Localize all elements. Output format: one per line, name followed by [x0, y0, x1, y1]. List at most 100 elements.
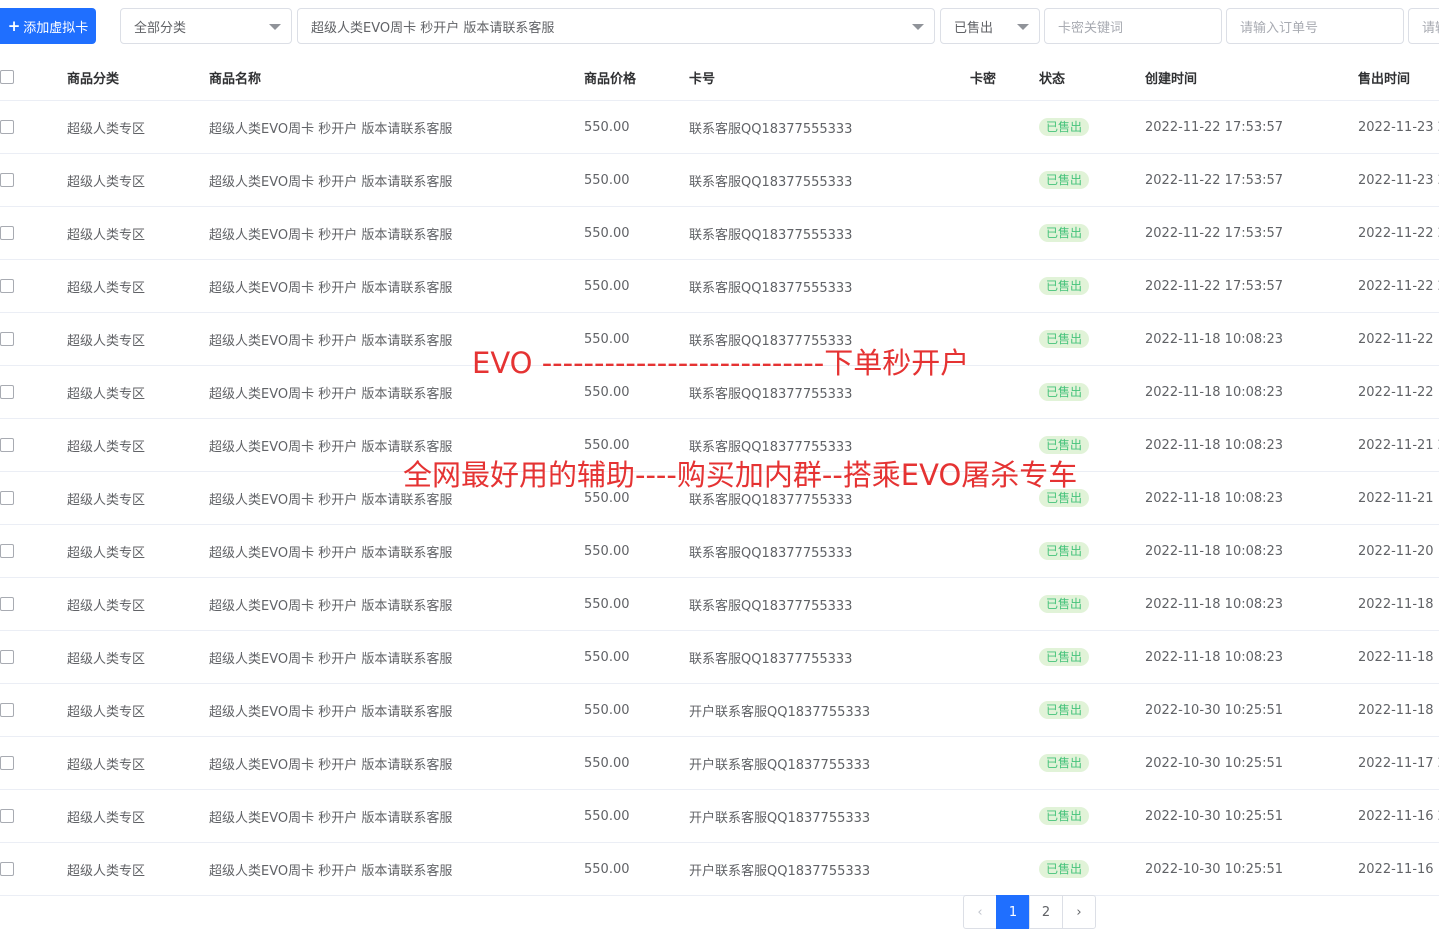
row-checkbox[interactable] [0, 809, 14, 823]
column-header-category[interactable]: 商品分类 [67, 55, 119, 100]
column-header-created-time[interactable]: 创建时间 [1145, 55, 1197, 100]
cell-created-time: 2022-11-18 10:08:23 [1145, 437, 1284, 453]
cell-price: 550.00 [584, 543, 630, 559]
cell-category: 超级人类专区 [67, 545, 146, 561]
cell-sold-time: 2022-11-22 2 [1358, 278, 1439, 294]
row-checkbox[interactable] [0, 703, 14, 717]
chevron-right-icon[interactable]: › [1062, 895, 1096, 929]
status-badge: 已售出 [1039, 542, 1090, 560]
row-checkbox[interactable] [0, 226, 14, 240]
cell-product-name: 超级人类EVO周卡 秒开户 版本请联系客服 [209, 227, 453, 243]
cell-created-time: 2022-10-30 10:25:51 [1145, 861, 1284, 877]
cell-price: 550.00 [584, 755, 630, 771]
column-header-name[interactable]: 商品名称 [209, 55, 261, 100]
row-checkbox[interactable] [0, 332, 14, 346]
toolbar: + 添加虚拟卡 全部分类 超级人类EVO周卡 秒开户 版本请联系客服 已售出 卡… [0, 7, 1439, 45]
cell-created-time: 2022-10-30 10:25:51 [1145, 702, 1284, 718]
row-checkbox[interactable] [0, 173, 14, 187]
status-badge: 已售出 [1039, 383, 1090, 401]
row-checkbox[interactable] [0, 279, 14, 293]
row-checkbox[interactable] [0, 120, 14, 134]
cell-status: 已售出 [1039, 684, 1090, 736]
cell-category: 超级人类专区 [67, 280, 146, 296]
cell-sold-time: 2022-11-20 1 [1358, 543, 1439, 559]
status-badge: 已售出 [1039, 118, 1090, 136]
select-all-checkbox[interactable] [0, 70, 14, 84]
cell-created-time: 2022-10-30 10:25:51 [1145, 755, 1284, 771]
status-badge: 已售出 [1039, 171, 1090, 189]
status-select[interactable]: 已售出 [940, 8, 1040, 44]
cell-product-name: 超级人类EVO周卡 秒开户 版本请联系客服 [209, 651, 453, 667]
cell-price: 550.00 [584, 278, 630, 294]
cell-created-time: 2022-11-22 17:53:57 [1145, 278, 1284, 294]
cell-card-number: 联系客服QQ18377755333 [689, 545, 853, 561]
status-badge: 已售出 [1039, 648, 1090, 666]
row-checkbox[interactable] [0, 650, 14, 664]
column-header-sold-time[interactable]: 售出时间 [1358, 55, 1410, 100]
status-badge: 已售出 [1039, 754, 1090, 772]
status-badge: 已售出 [1039, 807, 1090, 825]
cell-product-name: 超级人类EVO周卡 秒开户 版本请联系客服 [209, 757, 453, 773]
cell-price: 550.00 [584, 861, 630, 877]
cell-created-time: 2022-11-18 10:08:23 [1145, 384, 1284, 400]
column-header-status[interactable]: 状态 [1039, 55, 1065, 100]
row-checkbox[interactable] [0, 862, 14, 876]
cell-product-name: 超级人类EVO周卡 秒开户 版本请联系客服 [209, 333, 453, 349]
column-header-card-number[interactable]: 卡号 [689, 55, 715, 100]
cell-created-time: 2022-10-30 10:25:51 [1145, 808, 1284, 824]
cell-status: 已售出 [1039, 207, 1090, 259]
status-badge: 已售出 [1039, 277, 1090, 295]
cell-product-name: 超级人类EVO周卡 秒开户 版本请联系客服 [209, 863, 453, 879]
chevron-down-icon [912, 24, 924, 30]
row-checkbox[interactable] [0, 438, 14, 452]
page-2-button[interactable]: 2 [1029, 895, 1063, 929]
order-number-placeholder: 请输入订单号 [1240, 20, 1319, 36]
cell-sold-time: 2022-11-22 1 [1358, 384, 1439, 400]
table-row: 超级人类专区 超级人类EVO周卡 秒开户 版本请联系客服 550.00 联系客服QQ1… [0, 578, 1439, 631]
cell-created-time: 2022-11-22 17:53:57 [1145, 172, 1284, 188]
cell-product-name: 超级人类EVO周卡 秒开户 版本请联系客服 [209, 174, 453, 190]
cell-status: 已售出 [1039, 737, 1090, 789]
table-row: 超级人类专区 超级人类EVO周卡 秒开户 版本请联系客服 550.00 联系客服QQ1… [0, 260, 1439, 313]
cell-created-time: 2022-11-18 10:08:23 [1145, 490, 1284, 506]
cell-sold-time: 2022-11-22 1 [1358, 331, 1439, 347]
cell-price: 550.00 [584, 225, 630, 241]
extra-filter-input[interactable]: 请输 [1408, 8, 1439, 44]
product-select[interactable]: 超级人类EVO周卡 秒开户 版本请联系客服 [297, 8, 935, 44]
cell-card-number: 开户联系客服QQ1837755333 [689, 757, 871, 773]
extra-filter-placeholder: 请输 [1422, 20, 1439, 36]
cell-status: 已售出 [1039, 578, 1090, 630]
row-checkbox[interactable] [0, 491, 14, 505]
category-select[interactable]: 全部分类 [120, 8, 292, 44]
status-select-value: 已售出 [954, 20, 994, 36]
cell-created-time: 2022-11-18 10:08:23 [1145, 649, 1284, 665]
chevron-left-icon[interactable]: ‹ [963, 895, 997, 929]
cell-product-name: 超级人类EVO周卡 秒开户 版本请联系客服 [209, 810, 453, 826]
cell-price: 550.00 [584, 119, 630, 135]
category-select-value: 全部分类 [134, 20, 187, 36]
column-header-price[interactable]: 商品价格 [584, 55, 636, 100]
cell-status: 已售出 [1039, 525, 1090, 577]
row-checkbox[interactable] [0, 756, 14, 770]
page-1-button[interactable]: 1 [996, 895, 1030, 929]
cell-product-name: 超级人类EVO周卡 秒开户 版本请联系客服 [209, 386, 453, 402]
cell-product-name: 超级人类EVO周卡 秒开户 版本请联系客服 [209, 704, 453, 720]
cell-sold-time: 2022-11-23 2 [1358, 119, 1439, 135]
card-keyword-input[interactable]: 卡密关键词 [1044, 8, 1222, 44]
table-row: 超级人类专区 超级人类EVO周卡 秒开户 版本请联系客服 550.00 联系客服QQ1… [0, 154, 1439, 207]
cell-category: 超级人类专区 [67, 704, 146, 720]
cell-category: 超级人类专区 [67, 439, 146, 455]
row-checkbox[interactable] [0, 544, 14, 558]
cell-sold-time: 2022-11-16 2 [1358, 808, 1439, 824]
cell-status: 已售出 [1039, 313, 1090, 365]
cell-price: 550.00 [584, 649, 630, 665]
order-number-input[interactable]: 请输入订单号 [1226, 8, 1404, 44]
cell-card-number: 开户联系客服QQ1837755333 [689, 704, 871, 720]
cell-sold-time: 2022-11-17 2 [1358, 755, 1439, 771]
column-header-card-secret[interactable]: 卡密 [970, 55, 996, 100]
row-checkbox[interactable] [0, 597, 14, 611]
cell-status: 已售出 [1039, 260, 1090, 312]
add-virtual-card-button[interactable]: + 添加虚拟卡 [0, 8, 96, 44]
cell-category: 超级人类专区 [67, 492, 146, 508]
row-checkbox[interactable] [0, 385, 14, 399]
